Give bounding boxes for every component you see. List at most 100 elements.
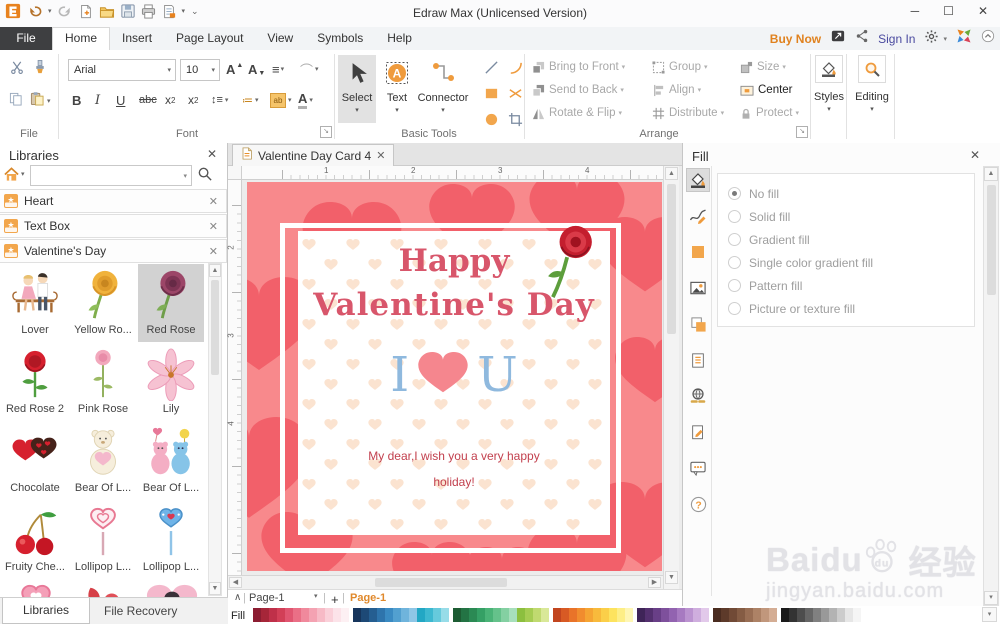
color-swatch[interactable] — [845, 608, 853, 622]
settings-gear-icon[interactable] — [924, 29, 939, 49]
fill-option-no-fill[interactable]: No fill — [728, 182, 974, 205]
scroll-up-icon[interactable]: ▲ — [984, 167, 998, 181]
scroll-down-icon[interactable]: ▼ — [209, 582, 221, 595]
redo-icon[interactable] — [58, 4, 73, 19]
crop-tool-icon[interactable] — [506, 110, 524, 128]
color-swatch[interactable] — [333, 608, 341, 622]
scroll-up-icon[interactable]: ▲ — [209, 264, 221, 277]
arrange-rotate-flip[interactable]: Rotate & Flip ▾ — [532, 105, 622, 121]
menu-tab-help[interactable]: Help — [375, 27, 424, 50]
color-swatch[interactable] — [369, 608, 377, 622]
paste-icon[interactable] — [30, 91, 44, 111]
color-swatch[interactable] — [609, 608, 617, 622]
color-swatch[interactable] — [745, 608, 753, 622]
color-swatch[interactable] — [829, 608, 837, 622]
section-close-icon[interactable]: ✕ — [209, 245, 226, 258]
format-painter-icon[interactable] — [33, 60, 47, 79]
highlight-color-icon[interactable]: ab ▾ — [270, 90, 292, 110]
tool-connector[interactable]: Connector ▾ — [414, 55, 472, 123]
library-section-heart[interactable]: ★ Heart ✕ — [0, 189, 227, 213]
tab-libraries[interactable]: Libraries — [2, 598, 90, 624]
subscript-button[interactable]: x2 — [165, 90, 175, 110]
radio-icon[interactable] — [728, 187, 741, 200]
text-align-icon[interactable]: ≡ ▾ — [272, 59, 284, 79]
arrange-protect[interactable]: Protect ▾ — [740, 105, 799, 121]
library-section-text-box[interactable]: ★ Text Box ✕ — [0, 214, 227, 238]
font-dialog-launcher[interactable]: ↘ — [320, 126, 332, 138]
fill-option-solid-fill[interactable]: Solid fill — [728, 205, 974, 228]
arrange-send-to-back[interactable]: Send to Back ▾ — [532, 82, 624, 98]
color-swatch[interactable] — [433, 608, 441, 622]
library-item[interactable]: Fruity Che... — [2, 501, 68, 579]
print-icon[interactable] — [141, 3, 156, 19]
ellipse-tool-icon[interactable] — [482, 110, 500, 128]
scroll-down-icon[interactable]: ▾ — [984, 591, 998, 605]
color-swatch[interactable] — [677, 608, 685, 622]
tool-text[interactable]: A Text ▾ — [380, 55, 414, 123]
save-icon[interactable] — [120, 4, 135, 18]
color-swatch[interactable] — [625, 608, 633, 622]
fill-option-pattern-fill[interactable]: Pattern fill — [728, 274, 974, 297]
color-swatch[interactable] — [813, 608, 821, 622]
color-swatch[interactable] — [509, 608, 517, 622]
color-swatch[interactable] — [853, 608, 861, 622]
tab-file-recovery[interactable]: File Recovery — [104, 604, 177, 618]
globe-link-icon[interactable] — [686, 384, 710, 408]
color-swatch[interactable] — [805, 608, 813, 622]
library-item[interactable]: Red Rose — [138, 264, 204, 342]
scroll-up-icon[interactable]: ▲ — [665, 167, 678, 180]
bullet-list-icon[interactable]: ≔ ▾ — [242, 90, 259, 110]
fill-option-picture-or-texture-fill[interactable]: Picture or texture fill — [728, 297, 974, 320]
page-tab[interactable]: Page-1 — [350, 592, 386, 604]
page-selector-chevron-down-icon[interactable]: ▾ — [314, 592, 318, 600]
color-swatch[interactable] — [753, 608, 761, 622]
arrange-align[interactable]: Align ▾ — [652, 82, 701, 98]
bold-button[interactable]: B — [72, 90, 81, 110]
add-page-button[interactable]: + — [331, 592, 339, 607]
vertical-scrollbar[interactable]: ▲ ▼ — [663, 166, 679, 589]
color-swatch[interactable] — [361, 608, 369, 622]
color-swatch[interactable] — [693, 608, 701, 622]
font-color-icon[interactable]: A ▾ — [298, 90, 313, 110]
color-swatch[interactable] — [789, 608, 797, 622]
library-item[interactable]: Bear Of L... — [138, 422, 204, 500]
page-selector[interactable]: Page-1 — [249, 592, 284, 604]
document-tab[interactable]: Valentine Day Card 4 ✕ — [232, 144, 395, 166]
arc-tool-icon[interactable] — [506, 58, 524, 76]
color-swatch[interactable] — [661, 608, 669, 622]
grow-font-button[interactable]: A ▲ — [226, 59, 243, 79]
fill-panel-close-icon[interactable]: ✕ — [970, 148, 980, 162]
color-swatch[interactable] — [285, 608, 293, 622]
color-swatch[interactable] — [309, 608, 317, 622]
color-swatch[interactable] — [425, 608, 433, 622]
color-swatch[interactable] — [737, 608, 745, 622]
radio-icon[interactable] — [728, 279, 741, 292]
page-layers-icon[interactable] — [686, 312, 710, 336]
color-swatch[interactable] — [417, 608, 425, 622]
library-item[interactable]: Chocolate — [2, 422, 68, 500]
color-swatch[interactable] — [577, 608, 585, 622]
share-icon[interactable] — [855, 29, 869, 48]
editing-button[interactable]: Editing ▾ — [850, 55, 894, 123]
color-swatch[interactable] — [341, 608, 349, 622]
library-section-valentine-s-day[interactable]: ★ Valentine's Day ✕ — [0, 239, 227, 263]
arrange-bring-to-front[interactable]: Bring to Front ▾ — [532, 59, 625, 75]
superscript-button[interactable]: x2 — [188, 90, 198, 110]
color-swatch[interactable] — [253, 608, 261, 622]
copy-icon[interactable] — [9, 92, 23, 111]
undo-icon[interactable] — [27, 4, 42, 19]
color-swatch[interactable] — [701, 608, 709, 622]
color-swatch[interactable] — [493, 608, 501, 622]
color-swatch[interactable] — [269, 608, 277, 622]
scroll-down-icon[interactable]: ▼ — [665, 571, 678, 584]
library-item[interactable]: Lollipop L... — [70, 501, 136, 579]
color-swatch[interactable] — [461, 608, 469, 622]
color-swatch[interactable] — [477, 608, 485, 622]
arrange-group[interactable]: Group ▾ — [652, 59, 707, 75]
menu-tab-view[interactable]: View — [255, 27, 305, 50]
shrink-font-button[interactable]: A ▼ — [248, 59, 265, 79]
library-item[interactable]: Lollipop L... — [138, 501, 204, 579]
open-file-icon[interactable] — [99, 4, 115, 19]
fill-panel-scrollbar[interactable]: ▲ ▾ — [983, 166, 999, 606]
minimize-button[interactable]: ─ — [911, 4, 920, 18]
